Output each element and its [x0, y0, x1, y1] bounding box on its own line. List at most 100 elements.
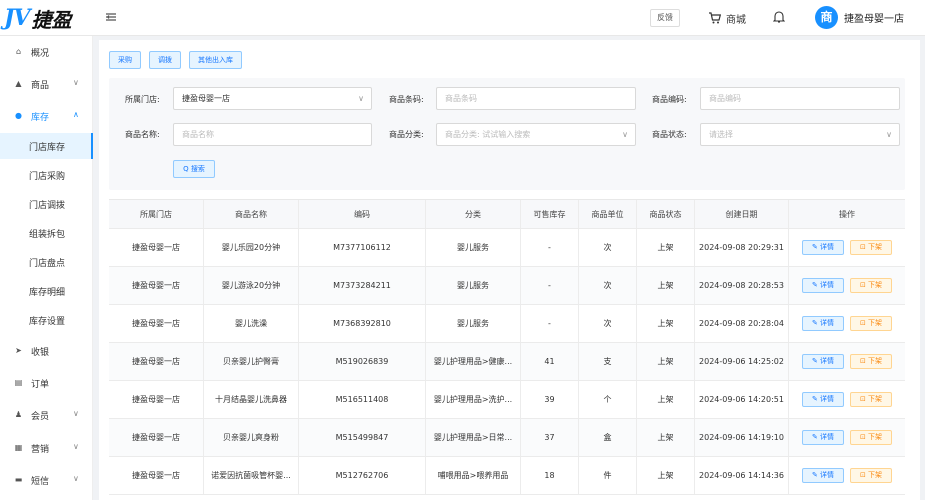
sidebar-subitem-assembly[interactable]: 组装拆包	[0, 220, 93, 246]
code-input[interactable]: 商品编码	[700, 87, 900, 110]
sidebar-subitem-store-stock[interactable]: 门店库存	[0, 133, 93, 159]
user-menu[interactable]: 商 捷盈母婴一店	[815, 6, 904, 29]
chevron-up-icon: ∧	[73, 110, 79, 119]
column-header: 创建日期	[695, 200, 789, 228]
sidebar-subitem-store-purchase[interactable]: 门店采购	[0, 162, 93, 188]
status-select[interactable]: 请选择 ∨	[700, 123, 900, 146]
detail-button[interactable]: ✎ 详情	[802, 278, 844, 293]
top-header: JV 捷盈 反馈 商城 商 捷盈母婴一店	[0, 0, 925, 36]
table-cell: 件	[579, 457, 637, 494]
chevron-down-icon: ∨	[886, 130, 892, 139]
table-cell: 2024-09-08 20:28:04	[695, 305, 789, 342]
cart-icon	[709, 12, 721, 24]
table-cell: 婴儿洗澡	[204, 305, 299, 342]
category-select[interactable]: 商品分类: 试试输入搜索 ∨	[436, 123, 636, 146]
table-cell: 上架	[637, 381, 695, 418]
table-cell: 婴儿游泳20分钟	[204, 267, 299, 304]
sidebar-item-label: 营销	[31, 445, 50, 455]
sidebar-subitem-store-transfer[interactable]: 门店调拨	[0, 191, 93, 217]
detail-button[interactable]: ✎ 详情	[802, 316, 844, 331]
detail-button[interactable]: ✎ 详情	[802, 354, 844, 369]
table-cell: -	[521, 305, 579, 342]
sidebar-item-orders[interactable]: ▤ 订单	[0, 371, 93, 395]
row-actions: ✎ 详情 ⊡ 下架	[789, 457, 905, 494]
logo-mark: JV	[4, 5, 31, 31]
sidebar-subitem-stocktake[interactable]: 门店盘点	[0, 249, 93, 275]
logo-text: 捷盈	[31, 7, 72, 32]
home-icon: ⌂	[15, 47, 22, 56]
column-header: 可售库存	[521, 200, 579, 228]
name-input[interactable]: 商品名称	[173, 123, 372, 146]
row-actions: ✎ 详情 ⊡ 下架	[789, 381, 905, 418]
code-label: 商品编码:	[652, 95, 687, 104]
table-cell: 婴儿服务	[426, 229, 521, 266]
sidebar-item-label: 会员	[31, 412, 50, 422]
detail-button[interactable]: ✎ 详情	[802, 468, 844, 483]
transfer-button[interactable]: 调拨	[149, 51, 181, 69]
purchase-button[interactable]: 采购	[109, 51, 141, 69]
table-cell: 盒	[579, 419, 637, 456]
delist-button[interactable]: ⊡ 下架	[850, 278, 892, 293]
sidebar-subitem-stock-settings[interactable]: 库存设置	[0, 307, 93, 333]
feedback-button[interactable]: 反馈	[650, 9, 680, 27]
table-header: 所属门店 商品名称 编码 分类 可售库存 商品单位 商品状态 创建日期 操作	[109, 200, 905, 229]
column-header: 操作	[839, 209, 855, 219]
detail-button[interactable]: ✎ 详情	[802, 392, 844, 407]
store-select[interactable]: 捷盈母婴一店 ∨	[173, 87, 372, 110]
chevron-down-icon: ∨	[622, 130, 628, 139]
mall-link[interactable]: 商城	[708, 9, 746, 27]
sidebar-item-inventory[interactable]: ● 库存 ∧	[0, 104, 93, 128]
table-cell: 次	[579, 229, 637, 266]
filter-panel: 所属门店: 捷盈母婴一店 ∨ 商品条码: 商品条码 商品编码: 商品编码 商品名…	[109, 78, 905, 190]
delist-button[interactable]: ⊡ 下架	[850, 392, 892, 407]
table-cell: 捷盈母婴一店	[109, 457, 204, 494]
table-row: 捷盈母婴一店 诺爱因抗菌吸管杯婴... M512762706 哺喂用品>喂养用品 18 件…	[109, 457, 905, 495]
delist-button[interactable]: ⊡ 下架	[850, 354, 892, 369]
sidebar-item-label: 概况	[31, 49, 50, 59]
delist-button[interactable]: ⊡ 下架	[850, 468, 892, 483]
table-cell: 十月结晶婴儿洗鼻器	[204, 381, 299, 418]
logo[interactable]: JV 捷盈	[4, 4, 71, 32]
sidebar-subitem-stock-detail[interactable]: 库存明细	[0, 278, 93, 304]
detail-button[interactable]: ✎ 详情	[802, 240, 844, 255]
table-cell: 上架	[637, 419, 695, 456]
barcode-label: 商品条码:	[389, 95, 424, 104]
delist-button[interactable]: ⊡ 下架	[850, 316, 892, 331]
sidebar-item-sms[interactable]: ▬ 短信 ∨	[0, 468, 93, 492]
table-cell: 捷盈母婴一店	[109, 267, 204, 304]
name-label: 商品名称:	[125, 130, 160, 139]
table-cell: 诺爱因抗菌吸管杯婴...	[204, 457, 299, 494]
table-cell: 贝亲婴儿护臀膏	[204, 343, 299, 380]
sidebar-item-members[interactable]: ♟ 会员 ∨	[0, 403, 93, 427]
table-cell: 2024-09-06 14:20:51	[695, 381, 789, 418]
table-cell: 次	[579, 305, 637, 342]
delist-button[interactable]: ⊡ 下架	[850, 430, 892, 445]
table-cell: M7373284211	[299, 267, 426, 304]
main-content: 采购 调拨 其他出入库 所属门店: 捷盈母婴一店 ∨ 商品条码: 商品条码 商品…	[99, 40, 920, 500]
bell-icon[interactable]	[772, 10, 786, 26]
table-cell: 个	[579, 381, 637, 418]
goods-icon: ▲	[15, 79, 22, 88]
sidebar-item-label: 库存	[31, 113, 50, 123]
table-cell: M519026839	[299, 343, 426, 380]
detail-button[interactable]: ✎ 详情	[802, 430, 844, 445]
sidebar-item-cashier[interactable]: ➤ 收银	[0, 339, 93, 363]
sidebar-item-label: 收银	[31, 348, 50, 358]
barcode-input[interactable]: 商品条码	[436, 87, 636, 110]
menu-collapse-icon[interactable]	[104, 10, 118, 24]
sidebar-item-marketing[interactable]: ▦ 营销 ∨	[0, 436, 93, 460]
search-button[interactable]: Q 搜索	[173, 160, 215, 178]
table-cell: M7368392810	[299, 305, 426, 342]
table-cell: 哺喂用品>喂养用品	[426, 457, 521, 494]
delist-button[interactable]: ⊡ 下架	[850, 240, 892, 255]
page-scrollbar[interactable]	[920, 36, 925, 500]
sidebar-item-goods[interactable]: ▲ 商品 ∨	[0, 72, 93, 96]
sidebar-item-overview[interactable]: ⌂ 概况	[0, 40, 93, 64]
column-header: 所属门店	[109, 200, 204, 228]
other-io-button[interactable]: 其他出入库	[189, 51, 242, 69]
status-label: 商品状态:	[652, 130, 687, 139]
table-cell: 支	[579, 343, 637, 380]
table-row: 捷盈母婴一店 婴儿游泳20分钟 M7373284211 婴儿服务 - 次上架 2024-09…	[109, 267, 905, 305]
sidebar: ⌂ 概况 ▲ 商品 ∨ ● 库存 ∧ 门店库存 门店采购 门店调拨 组装拆包 门…	[0, 36, 93, 500]
table-cell: 37	[521, 419, 579, 456]
